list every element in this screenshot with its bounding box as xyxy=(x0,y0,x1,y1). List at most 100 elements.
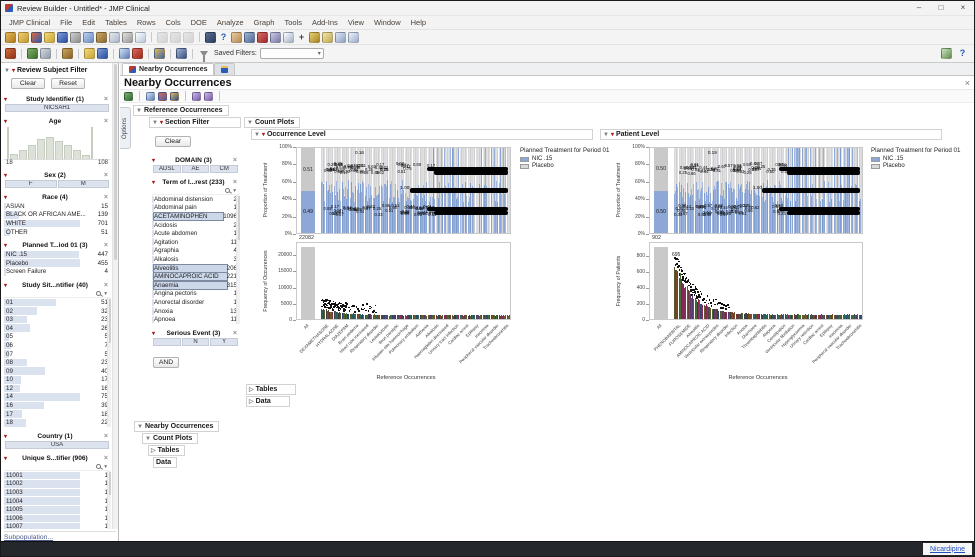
menu-analyze[interactable]: Analyze xyxy=(212,18,249,27)
disclosure-icon[interactable]: ▷ xyxy=(249,386,254,393)
remove-filter-icon[interactable]: × xyxy=(232,330,238,337)
search-options-icon[interactable]: ▾ xyxy=(104,291,107,297)
undo-icon[interactable] xyxy=(157,31,168,43)
layout-icon[interactable] xyxy=(62,48,73,59)
disclosure-icon[interactable]: ▷ xyxy=(151,447,156,454)
filter-item[interactable]: Screen Failure 4 xyxy=(4,268,110,277)
filter-item[interactable]: 110071 xyxy=(4,523,110,529)
menu-rows[interactable]: Rows xyxy=(132,18,161,27)
disclosure-icon[interactable]: ▼ xyxy=(136,108,142,114)
filter-item[interactable]: Anoxia 13 xyxy=(152,307,239,316)
filter-item[interactable]: Agraphia4 xyxy=(152,247,239,256)
journal-icon[interactable] xyxy=(109,31,120,43)
disclosure-icon[interactable]: ▼ xyxy=(603,132,609,138)
outline-tables[interactable]: ▷ Tables xyxy=(246,384,296,395)
menu-file[interactable]: File xyxy=(55,18,77,27)
filter-item[interactable]: 10 17 xyxy=(4,376,110,385)
open-icon[interactable] xyxy=(44,31,55,43)
remove-filter-icon[interactable]: × xyxy=(103,242,109,249)
search-icon[interactable] xyxy=(96,291,102,297)
menu-icon[interactable]: ▾ xyxy=(262,131,265,138)
remove-filter-icon[interactable]: × xyxy=(103,282,109,289)
filter-value-button[interactable]: USA xyxy=(5,441,109,450)
reset-button[interactable]: Reset xyxy=(51,78,85,89)
filter-item[interactable]: 067 xyxy=(4,341,110,350)
saved-filters-dropdown[interactable] xyxy=(259,48,324,60)
tab-nearby-occurrences[interactable]: Nearby Occurrences xyxy=(122,63,215,75)
remove-filter-icon[interactable]: × xyxy=(103,194,109,201)
outline-count-plots[interactable]: ▼ Count Plots xyxy=(244,117,301,128)
list-scrollbar[interactable] xyxy=(107,298,111,428)
outline-section-filter[interactable]: ▼ ▾ Section Filter xyxy=(149,117,241,128)
age-histogram[interactable] xyxy=(4,126,110,160)
filter-item[interactable]: WHITE 701 xyxy=(4,219,110,228)
cut-icon[interactable] xyxy=(70,31,81,43)
filter-item[interactable]: OTHER 51 xyxy=(4,228,110,237)
filter-item[interactable]: 075 xyxy=(4,350,110,359)
filter-item[interactable]: 110041 xyxy=(4,497,110,506)
disclosure-icon[interactable]: ▼ xyxy=(145,436,151,442)
comment-add-icon[interactable] xyxy=(204,91,213,101)
filter-item[interactable]: 16 39 xyxy=(4,401,110,410)
filter-value-button[interactable] xyxy=(153,337,181,346)
outline-tables[interactable]: ▷ Tables xyxy=(148,445,186,456)
chart-window-icon[interactable] xyxy=(154,48,165,59)
filter-item[interactable]: 12 16 xyxy=(4,384,110,393)
panel-collapse-icon[interactable]: ▼ xyxy=(4,68,10,74)
outline-patient-level[interactable]: ▼ ▾ Patient Level xyxy=(600,129,942,140)
remove-filter-icon[interactable]: × xyxy=(103,455,109,462)
disclosure-icon[interactable]: ▼ xyxy=(254,132,260,138)
menu-window[interactable]: Window xyxy=(369,18,406,27)
menu-tools[interactable]: Tools xyxy=(279,18,307,27)
outline-nearby-occurrences[interactable]: ▼ Nearby Occurrences xyxy=(134,421,220,432)
review-window-icon[interactable] xyxy=(5,48,16,59)
disclosure-icon[interactable]: ▼ xyxy=(152,120,158,126)
help-icon[interactable]: ? xyxy=(957,48,968,59)
filter-item[interactable]: 14 75 xyxy=(4,393,110,402)
save-review-icon[interactable] xyxy=(97,48,108,59)
filter-item[interactable]: AMINOCAPROIC ACID 221 xyxy=(152,272,239,282)
patient-frequency-chart[interactable]: 695 xyxy=(649,242,863,320)
filter-item[interactable]: Alkalosis3 xyxy=(152,255,239,264)
close-button[interactable]: × xyxy=(952,1,974,15)
report-window-icon[interactable] xyxy=(176,48,187,59)
section-filter-clear-button[interactable]: Clear xyxy=(155,136,191,147)
options-tab[interactable]: Options xyxy=(120,107,131,149)
remove-filter-icon[interactable]: × xyxy=(103,433,109,440)
filter-item[interactable]: 08 23 xyxy=(4,358,110,367)
remove-filter-icon[interactable]: × xyxy=(103,172,109,179)
filter-value-button[interactable]: CM xyxy=(210,165,239,173)
new-journal-icon[interactable] xyxy=(18,31,29,43)
menu-graph[interactable]: Graph xyxy=(249,18,280,27)
filter-item[interactable]: 110051 xyxy=(4,505,110,514)
filter-item[interactable]: 110061 xyxy=(4,514,110,523)
menu-tables[interactable]: Tables xyxy=(100,18,132,27)
workflow-icon[interactable] xyxy=(941,48,952,59)
arrow-tool-icon[interactable] xyxy=(205,31,216,43)
filter-value-button[interactable]: F xyxy=(5,180,57,188)
chart-red-icon[interactable] xyxy=(158,91,167,101)
filter-item[interactable]: Acute abdomen1 xyxy=(152,229,239,238)
save-icon[interactable] xyxy=(57,31,68,43)
redo-icon[interactable] xyxy=(170,31,181,43)
menu-add-ins[interactable]: Add-Ins xyxy=(307,18,343,27)
minimize-button[interactable]: – xyxy=(908,1,930,15)
annotate-tool-icon[interactable] xyxy=(322,31,333,43)
remove-filter-icon[interactable]: × xyxy=(103,118,109,125)
menu-cols[interactable]: Cols xyxy=(161,18,186,27)
preview-icon[interactable] xyxy=(119,48,130,59)
paste-icon[interactable] xyxy=(96,31,107,43)
filter-item[interactable]: 04 26 xyxy=(4,324,110,333)
filter-item[interactable]: Abdominal distension2 xyxy=(152,195,239,204)
filter-item[interactable]: Anaemia 315 xyxy=(152,280,239,290)
disclosure-icon[interactable]: ▷ xyxy=(249,398,254,405)
lasso-tool-icon[interactable] xyxy=(270,31,281,43)
filter-item[interactable]: 110011 xyxy=(4,471,110,480)
filter-value-button[interactable]: Y xyxy=(210,337,239,346)
filter-item[interactable]: NIC .15 447 xyxy=(4,250,110,259)
filter-item[interactable]: Agitation 11 xyxy=(152,238,239,247)
filter-value-button[interactable]: M xyxy=(57,180,109,188)
list-scrollbar[interactable] xyxy=(236,195,240,324)
home-window-icon[interactable] xyxy=(31,31,42,43)
and-button[interactable]: AND xyxy=(153,356,179,368)
